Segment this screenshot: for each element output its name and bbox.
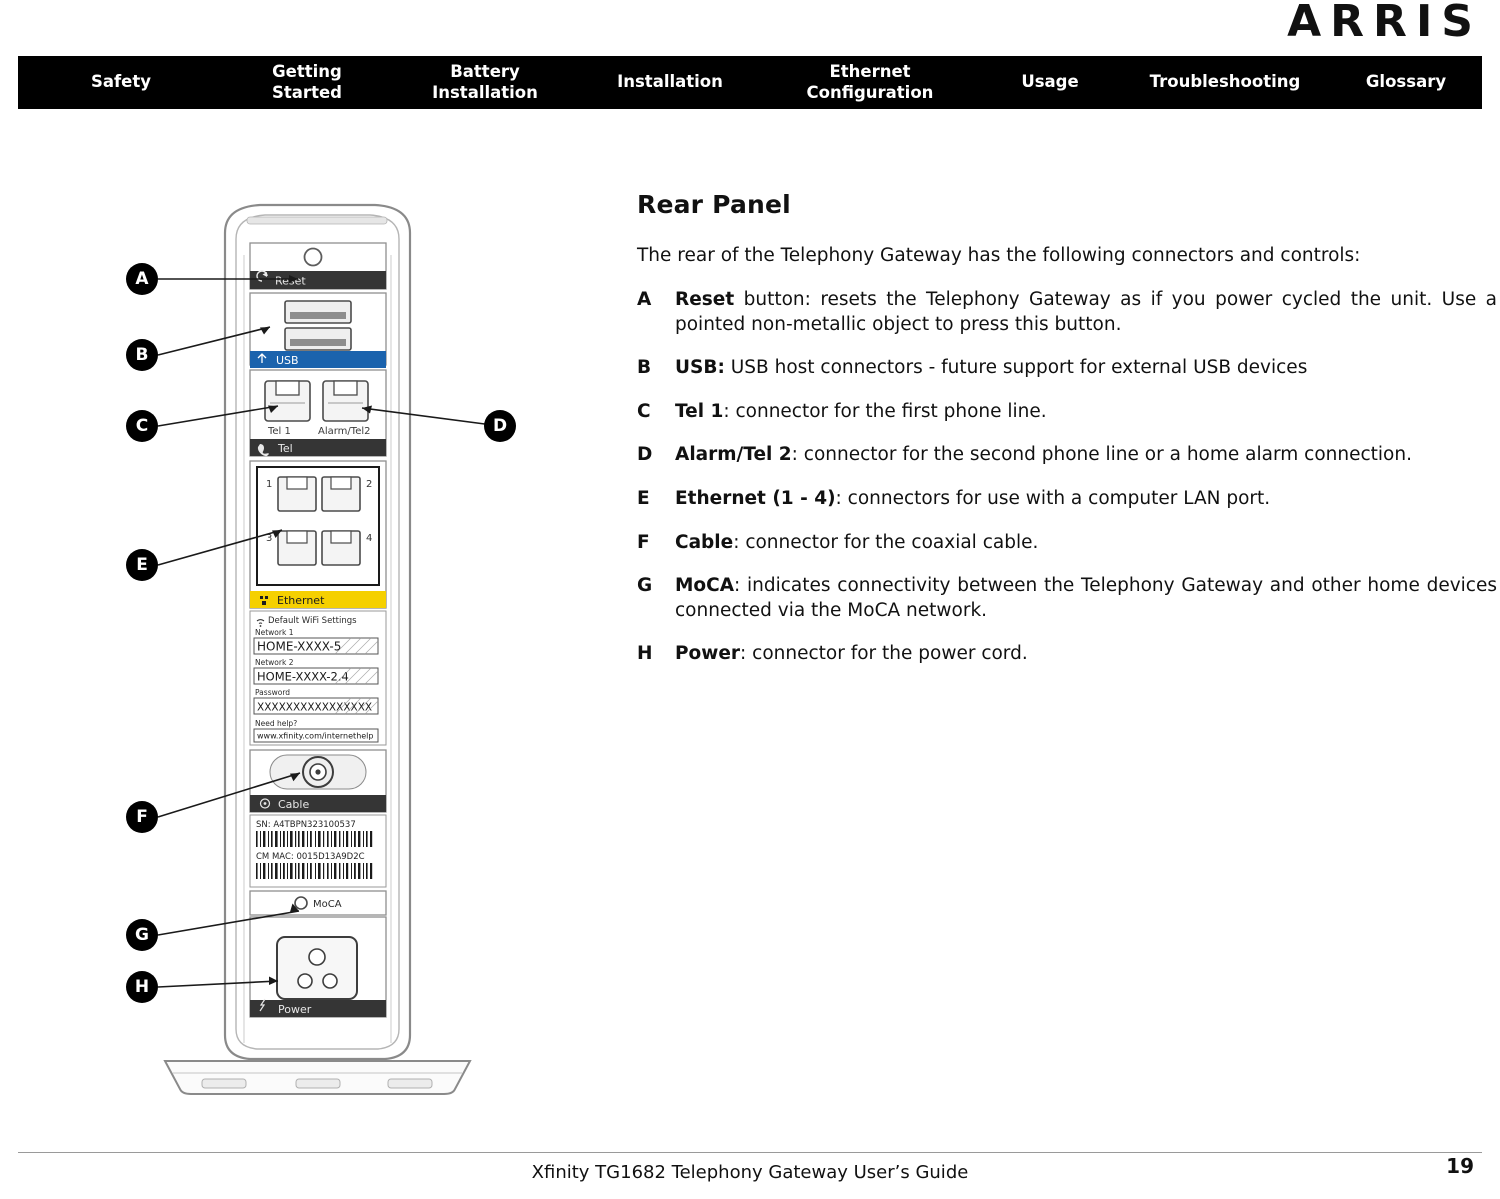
- svg-text:CM MAC: 0015D13A9D2C: CM MAC: 0015D13A9D2C: [256, 852, 365, 862]
- nav-item-troubleshooting[interactable]: Troubleshooting: [1120, 72, 1330, 93]
- svg-text:www.xfinity.com/internethelp: www.xfinity.com/internethelp: [257, 732, 373, 741]
- svg-text:Network 2: Network 2: [255, 658, 294, 667]
- list-item: G MoCA: indicates connectivity between t…: [637, 574, 1497, 623]
- list-item-term: USB:: [675, 357, 725, 379]
- nav-item-usage[interactable]: Usage: [980, 72, 1120, 93]
- power-section: Power: [249, 916, 387, 1018]
- nav-item-safety[interactable]: Safety: [18, 72, 224, 93]
- list-item-description: button: resets the Telephony Gateway as …: [675, 289, 1497, 335]
- list-item-key: A: [637, 289, 652, 310]
- svg-text:USB: USB: [276, 354, 299, 367]
- list-item-key: D: [637, 444, 653, 466]
- footer: Xfinity TG1682 Telephony Gateway User’s …: [18, 1152, 1482, 1183]
- list-item-key: G: [637, 575, 653, 597]
- list-item: B USB: USB host connectors - future supp…: [637, 356, 1497, 381]
- nav-item-battery-installation[interactable]: Battery Installation: [390, 62, 580, 103]
- svg-text:4: 4: [366, 533, 372, 544]
- list-item-term: Tel 1: [675, 400, 724, 422]
- svg-text:Tel 1: Tel 1: [267, 426, 291, 437]
- ethernet-section: 1 2 3 4 Ethernet: [249, 460, 387, 609]
- list-item: F Cable: connector for the coaxial cable…: [637, 531, 1497, 556]
- list-item-text: Tel 1: connector for the first phone lin…: [675, 400, 1497, 425]
- rear-panel-illustration: Reset USB: [157, 203, 501, 1095]
- connector-list: A Reset button: resets the Telephony Gat…: [637, 288, 1497, 667]
- svg-text:Password: Password: [255, 688, 290, 697]
- list-item-term: Power: [675, 643, 741, 665]
- list-item-description: : connectors for use with a computer LAN…: [835, 487, 1271, 509]
- svg-text:HOME-XXXX-2.4: HOME-XXXX-2.4: [257, 670, 349, 684]
- list-item-text: USB: USB host connectors - future suppor…: [675, 356, 1497, 381]
- list-item-term: Alarm/Tel 2: [675, 444, 792, 466]
- list-item: A Reset button: resets the Telephony Gat…: [637, 288, 1497, 337]
- page-title: Rear Panel: [637, 190, 791, 219]
- svg-text:Ethernet: Ethernet: [277, 594, 325, 607]
- arris-logo: ARRIS: [1287, 0, 1482, 47]
- svg-text:SN: A4TBPN323100537: SN: A4TBPN323100537: [256, 820, 356, 830]
- reset-section: Reset: [249, 242, 387, 290]
- svg-text:Tel: Tel: [277, 442, 293, 455]
- list-item-description: : connector for the first phone line.: [723, 400, 1047, 422]
- svg-text:2: 2: [366, 479, 372, 490]
- list-item-text: Cable: connector for the coaxial cable.: [675, 531, 1497, 556]
- page-number: 19: [1446, 1154, 1474, 1178]
- list-item-description: USB host connectors - future support for…: [724, 357, 1308, 379]
- nav-item-ethernet-configuration[interactable]: Ethernet Configuration: [760, 62, 980, 103]
- list-item-key: B: [637, 357, 652, 379]
- list-item-text: Alarm/Tel 2: connector for the second ph…: [675, 443, 1497, 468]
- svg-text:Network 1: Network 1: [255, 628, 294, 637]
- svg-text:1: 1: [266, 479, 272, 490]
- rear-panel-figure: Reset USB: [110, 195, 580, 1100]
- svg-text:HOME-XXXX-5: HOME-XXXX-5: [257, 640, 341, 654]
- nav-item-installation[interactable]: Installation: [580, 72, 760, 93]
- callout-c: C: [126, 410, 158, 442]
- nav-item-getting-started[interactable]: Getting Started: [224, 62, 390, 103]
- list-item-key: H: [637, 643, 653, 665]
- callout-d: D: [484, 410, 516, 442]
- moca-section: MoCA: [249, 890, 387, 916]
- intro-paragraph: The rear of the Telephony Gateway has th…: [637, 245, 1361, 266]
- callout-a: A: [126, 263, 158, 295]
- list-item-key: C: [637, 400, 651, 422]
- nav-item-glossary[interactable]: Glossary: [1330, 72, 1482, 93]
- svg-text:XXXXXXXXXXXXXXXX: XXXXXXXXXXXXXXXX: [257, 702, 372, 714]
- list-item-description: : connector for the coaxial cable.: [733, 531, 1039, 553]
- callout-e: E: [126, 549, 158, 581]
- list-item: D Alarm/Tel 2: connector for the second …: [637, 443, 1497, 468]
- list-item-text: Ethernet (1 - 4): connectors for use wit…: [675, 487, 1497, 512]
- list-item-text: Reset button: resets the Telephony Gatew…: [675, 288, 1497, 337]
- callout-b: B: [126, 339, 158, 371]
- list-item-key: F: [637, 531, 650, 553]
- callout-g: G: [126, 919, 158, 951]
- svg-text:Default WiFi Settings: Default WiFi Settings: [268, 616, 357, 626]
- wifi-settings-label: Default WiFi Settings Network 1 HOME-XXX…: [249, 610, 387, 746]
- list-item-term: Reset: [675, 289, 735, 310]
- list-item-description: : connector for the power cord.: [740, 643, 1028, 665]
- list-item: E Ethernet (1 - 4): connectors for use w…: [637, 487, 1497, 512]
- list-item-text: MoCA: indicates connectivity between the…: [675, 574, 1497, 623]
- svg-text:MoCA: MoCA: [313, 899, 342, 910]
- list-item-description: : indicates connectivity between the Tel…: [675, 575, 1497, 621]
- usb-section: USB: [249, 292, 387, 368]
- callout-h: H: [126, 971, 158, 1003]
- serial-number-label: SN: A4TBPN323100537 CM MAC: 0015D13A9D2C: [249, 814, 387, 888]
- list-item: C Tel 1: connector for the first phone l…: [637, 400, 1497, 425]
- list-item: H Power: connector for the power cord.: [637, 642, 1497, 667]
- tel-section: Tel 1 Alarm/Tel2 Tel: [249, 369, 387, 457]
- svg-text:Cable: Cable: [278, 798, 309, 811]
- main-content: Rear Panel The rear of the Telephony Gat…: [637, 190, 1497, 686]
- list-item-key: E: [637, 487, 650, 509]
- list-item-term: Ethernet (1 - 4): [675, 487, 836, 509]
- list-item-term: Cable: [675, 531, 734, 553]
- list-item-term: MoCA: [675, 575, 735, 597]
- section-navigation-bar: Safety Getting Started Battery Installat…: [18, 56, 1482, 109]
- svg-text:Power: Power: [278, 1003, 312, 1016]
- cable-section: Cable: [249, 749, 387, 813]
- list-item-description: : connector for the second phone line or…: [791, 444, 1412, 466]
- svg-text:Alarm/Tel2: Alarm/Tel2: [318, 426, 371, 437]
- svg-text:Need help?: Need help?: [255, 719, 297, 728]
- footer-title: Xfinity TG1682 Telephony Gateway User’s …: [531, 1162, 969, 1183]
- list-item-text: Power: connector for the power cord.: [675, 642, 1497, 667]
- callout-f: F: [126, 801, 158, 833]
